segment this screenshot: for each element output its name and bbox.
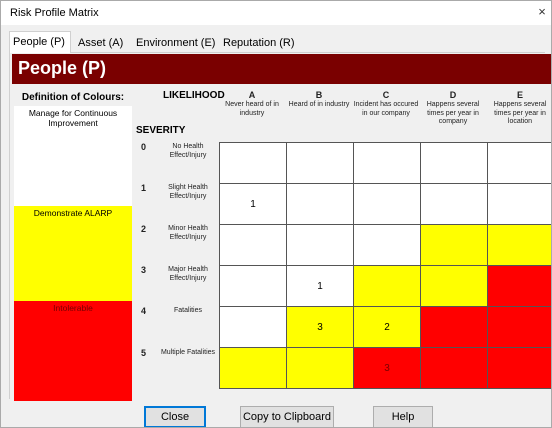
matrix-cell [220, 143, 287, 184]
colour-legend: Manage for Continuous Improvement Demons… [14, 106, 132, 401]
matrix-cell: 3 [354, 348, 421, 389]
row-number: 5 [141, 348, 147, 358]
matrix-cell [421, 184, 488, 225]
row-number: 3 [141, 265, 147, 275]
row-header-1: 1 Slight Health Effect/Injury [138, 184, 218, 224]
copy-to-clipboard-button[interactable]: Copy to Clipboard [240, 406, 334, 427]
column-header-b: B Heard of in industry [286, 90, 352, 110]
column-header-e: E Happens several times per year in loca… [487, 90, 551, 127]
legend-band-alarp: Demonstrate ALARP [14, 206, 132, 301]
risk-profile-window: Risk Profile Matrix × People (P) Asset (… [0, 0, 552, 428]
matrix-cell [220, 348, 287, 389]
tab-people[interactable]: People (P) [9, 31, 71, 54]
matrix-cell [354, 143, 421, 184]
title-bar: Risk Profile Matrix × [1, 1, 551, 25]
tab-reputation[interactable]: Reputation (R) [219, 33, 299, 53]
button-bar: Close Copy to Clipboard Help [1, 399, 551, 427]
column-header-a: A Never heard of in industry [219, 90, 285, 118]
column-text: Happens several times per year in compan… [426, 101, 480, 125]
legend-band-continuous: Manage for Continuous Improvement [14, 106, 132, 206]
row-header-2: 2 Minor Health Effect/Injury [138, 225, 218, 265]
panel-header: People (P) [12, 54, 551, 84]
matrix-cell [421, 266, 488, 307]
column-header-c: C Incident has occured in our company [353, 90, 419, 118]
row-header-3: 3 Major Health Effect/Injury [138, 266, 218, 306]
matrix-cell [354, 225, 421, 266]
row-header-5: 5 Multiple Fatalities [138, 349, 218, 389]
matrix-cell: 1 [220, 184, 287, 225]
matrix-cell [354, 184, 421, 225]
column-letter: E [516, 90, 523, 100]
matrix-cell [354, 266, 421, 307]
matrix-cell [287, 143, 354, 184]
row-text: Multiple Fatalities [160, 349, 216, 356]
row-number: 1 [141, 183, 147, 193]
legend-title: Definition of Colours: [21, 92, 125, 103]
column-letter: A [248, 90, 256, 100]
row-number: 2 [141, 224, 147, 234]
matrix-cell: 2 [354, 307, 421, 348]
tab-strip: People (P) Asset (A) Environment (E) Rep… [9, 31, 545, 54]
column-text: Incident has occured in our company [353, 101, 419, 117]
row-text: Fatalities [173, 307, 202, 314]
matrix-cell [287, 348, 354, 389]
matrix-cell [488, 225, 551, 266]
matrix-cell [220, 225, 287, 266]
matrix-cell: 3 [287, 307, 354, 348]
matrix-cell [421, 143, 488, 184]
column-header-d: D Happens several times per year in comp… [420, 90, 486, 127]
column-letter: C [382, 90, 390, 100]
matrix-cell [488, 143, 551, 184]
row-header-4: 4 Fatalities [138, 307, 218, 347]
tab-asset[interactable]: Asset (A) [74, 33, 130, 53]
close-button[interactable]: Close [144, 406, 206, 427]
close-window-icon[interactable]: × [535, 4, 549, 20]
matrix-cell [421, 307, 488, 348]
window-title: Risk Profile Matrix [10, 7, 99, 19]
tab-panel: People (P) Definition of Colours: Manage… [9, 53, 551, 401]
row-text: Minor Health Effect/Injury [168, 225, 208, 241]
matrix-cell [287, 225, 354, 266]
column-letter: B [315, 90, 323, 100]
row-text: Slight Health Effect/Injury [168, 184, 208, 200]
row-text: No Health Effect/Injury [169, 143, 207, 159]
matrix-cell [220, 307, 287, 348]
row-number: 4 [141, 306, 147, 316]
matrix-cell [220, 266, 287, 307]
matrix-cell [488, 348, 551, 389]
matrix-cell [421, 348, 488, 389]
matrix-cell [421, 225, 488, 266]
panel-title: People (P) [18, 58, 107, 78]
matrix-cell [488, 266, 551, 307]
risk-matrix-grid: 11323 [219, 142, 551, 389]
column-text: Happens several times per year in locati… [493, 101, 547, 125]
severity-label: SEVERITY [136, 125, 186, 136]
tab-environment[interactable]: Environment (E) [132, 33, 217, 53]
matrix-cell [287, 184, 354, 225]
column-text: Heard of in industry [288, 101, 350, 108]
row-text: Major Health Effect/Injury [168, 266, 208, 282]
column-text: Never heard of in industry [225, 101, 279, 117]
help-button[interactable]: Help [373, 406, 433, 427]
column-letter: D [449, 90, 457, 100]
matrix-cell [488, 307, 551, 348]
row-header-0: 0 No Health Effect/Injury [138, 143, 218, 183]
matrix-cell [488, 184, 551, 225]
legend-band-intolerable: Intolerable [14, 301, 132, 401]
row-number: 0 [141, 142, 147, 152]
likelihood-label: LIKELIHOOD [163, 90, 225, 101]
matrix-cell: 1 [287, 266, 354, 307]
